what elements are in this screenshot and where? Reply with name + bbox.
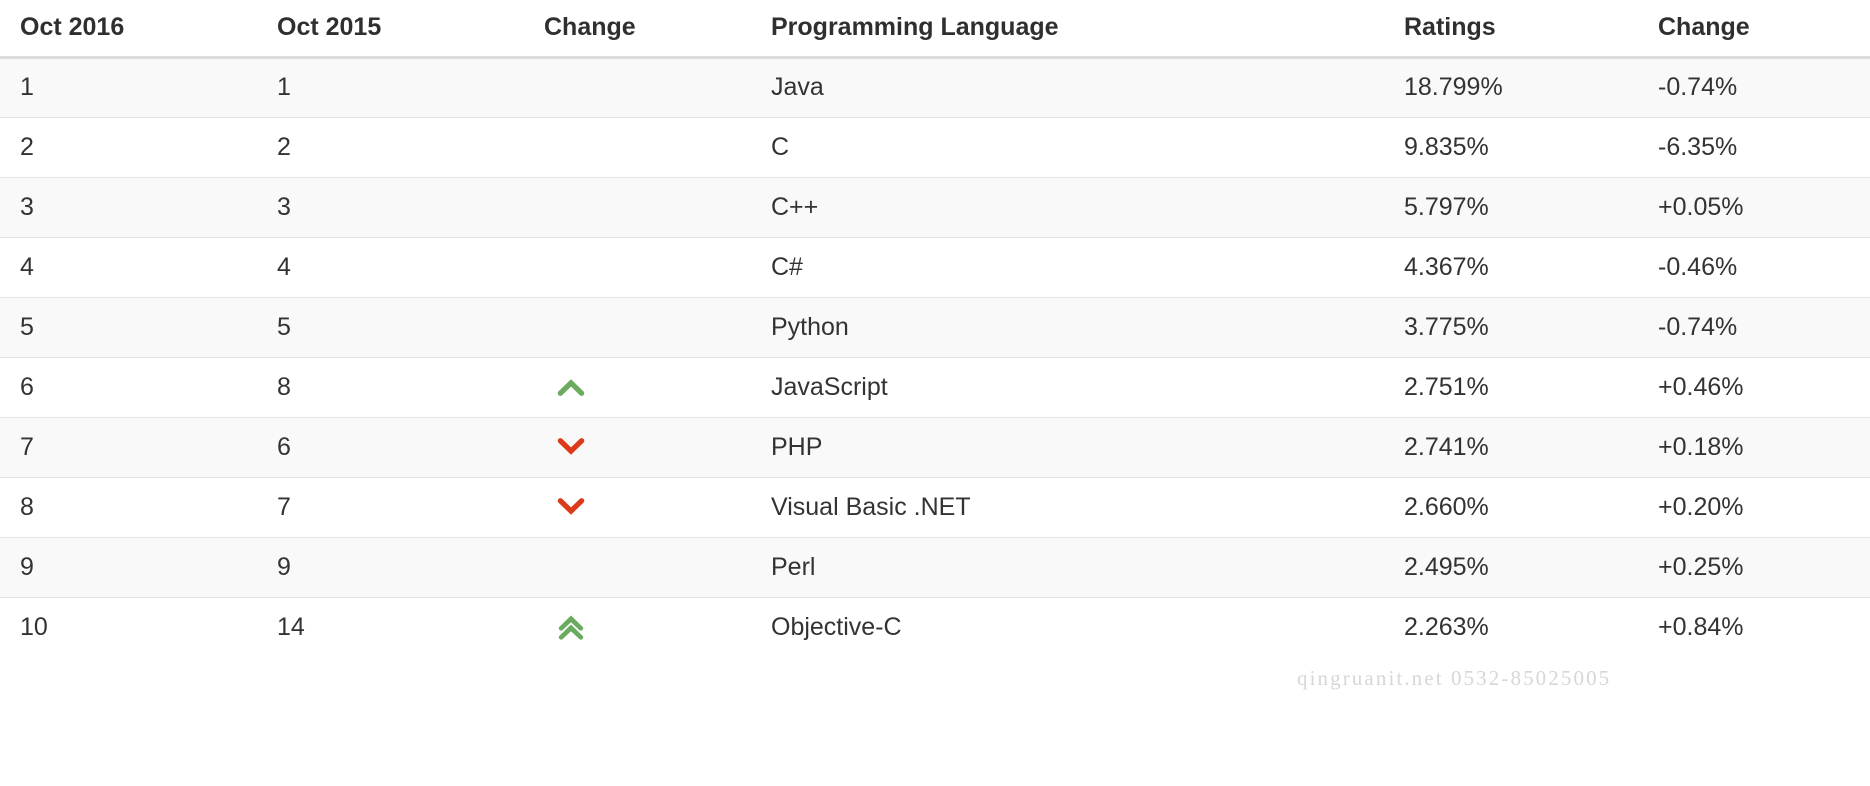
tiobe-index-table: Oct 2016 Oct 2015 Change Programming Lan… xyxy=(0,0,1870,657)
table-row: 44 C#4.367%-0.46% xyxy=(0,237,1870,297)
cell-rank-current: 6 xyxy=(0,357,257,417)
cell-ratings: 4.367% xyxy=(1384,237,1638,297)
table-row: 1014 Objective-C2.263%+0.84% xyxy=(0,597,1870,657)
cell-rank-previous: 1 xyxy=(257,57,524,117)
table-header: Oct 2016 Oct 2015 Change Programming Lan… xyxy=(0,0,1870,57)
cell-language: C# xyxy=(751,237,1384,297)
cell-rank-previous: 5 xyxy=(257,297,524,357)
cell-language: Python xyxy=(751,297,1384,357)
cell-change-pct: -6.35% xyxy=(1638,117,1870,177)
table-row: 68 JavaScript2.751%+0.46% xyxy=(0,357,1870,417)
cell-language: Objective-C xyxy=(751,597,1384,657)
column-header-rank-previous[interactable]: Oct 2015 xyxy=(257,0,524,57)
cell-ratings: 5.797% xyxy=(1384,177,1638,237)
column-header-ratings[interactable]: Ratings xyxy=(1384,0,1638,57)
cell-language: Visual Basic .NET xyxy=(751,477,1384,537)
cell-ratings: 3.775% xyxy=(1384,297,1638,357)
cell-ratings: 2.495% xyxy=(1384,537,1638,597)
table-row: 22 C9.835%-6.35% xyxy=(0,117,1870,177)
cell-rank-current: 9 xyxy=(0,537,257,597)
cell-ratings: 18.799% xyxy=(1384,57,1638,117)
cell-ratings: 9.835% xyxy=(1384,117,1638,177)
cell-rank-current: 10 xyxy=(0,597,257,657)
cell-rank-previous: 3 xyxy=(257,177,524,237)
cell-change-pct: -0.74% xyxy=(1638,297,1870,357)
cell-change-pct: -0.74% xyxy=(1638,57,1870,117)
cell-language: PHP xyxy=(751,417,1384,477)
cell-change-pct: +0.46% xyxy=(1638,357,1870,417)
cell-rank-current: 1 xyxy=(0,57,257,117)
column-header-language[interactable]: Programming Language xyxy=(751,0,1384,57)
cell-rank-current: 7 xyxy=(0,417,257,477)
cell-change-arrow xyxy=(524,537,751,597)
cell-change-arrow xyxy=(524,57,751,117)
cell-change-arrow xyxy=(524,597,751,657)
cell-language: C++ xyxy=(751,177,1384,237)
cell-ratings: 2.263% xyxy=(1384,597,1638,657)
cell-rank-previous: 2 xyxy=(257,117,524,177)
cell-language: JavaScript xyxy=(751,357,1384,417)
cell-change-pct: -0.46% xyxy=(1638,237,1870,297)
cell-change-arrow xyxy=(524,177,751,237)
cell-rank-previous: 9 xyxy=(257,537,524,597)
cell-rank-current: 3 xyxy=(0,177,257,237)
table-row: 87 Visual Basic .NET2.660%+0.20% xyxy=(0,477,1870,537)
chevron-up-icon xyxy=(554,374,588,400)
column-header-change-arrow[interactable]: Change xyxy=(524,0,751,57)
column-header-change-pct[interactable]: Change xyxy=(1638,0,1870,57)
cell-change-arrow xyxy=(524,357,751,417)
cell-change-arrow xyxy=(524,237,751,297)
cell-language: Perl xyxy=(751,537,1384,597)
column-header-rank-current[interactable]: Oct 2016 xyxy=(0,0,257,57)
table-row: 33 C++5.797%+0.05% xyxy=(0,177,1870,237)
cell-rank-previous: 4 xyxy=(257,237,524,297)
cell-change-pct: +0.20% xyxy=(1638,477,1870,537)
cell-change-arrow xyxy=(524,297,751,357)
cell-change-pct: +0.84% xyxy=(1638,597,1870,657)
table-row: 76 PHP2.741%+0.18% xyxy=(0,417,1870,477)
watermark: qingruanit.net 0532-85025005 xyxy=(1297,666,1611,691)
cell-rank-current: 8 xyxy=(0,477,257,537)
double-chevron-up-icon xyxy=(554,614,588,640)
cell-rank-current: 5 xyxy=(0,297,257,357)
cell-change-pct: +0.18% xyxy=(1638,417,1870,477)
cell-language: Java xyxy=(751,57,1384,117)
cell-rank-previous: 6 xyxy=(257,417,524,477)
cell-change-pct: +0.25% xyxy=(1638,537,1870,597)
cell-rank-current: 2 xyxy=(0,117,257,177)
table-row: 11 Java18.799%-0.74% xyxy=(0,57,1870,117)
cell-ratings: 2.751% xyxy=(1384,357,1638,417)
chevron-down-icon xyxy=(554,494,588,520)
table-row: 99 Perl2.495%+0.25% xyxy=(0,537,1870,597)
cell-change-arrow xyxy=(524,117,751,177)
cell-change-pct: +0.05% xyxy=(1638,177,1870,237)
cell-ratings: 2.741% xyxy=(1384,417,1638,477)
table-header-row: Oct 2016 Oct 2015 Change Programming Lan… xyxy=(0,0,1870,57)
cell-rank-current: 4 xyxy=(0,237,257,297)
cell-language: C xyxy=(751,117,1384,177)
cell-change-arrow xyxy=(524,477,751,537)
cell-rank-previous: 8 xyxy=(257,357,524,417)
cell-rank-previous: 14 xyxy=(257,597,524,657)
table-body: 11Java18.799%-0.74%22C9.835%-6.35%33C++5… xyxy=(0,57,1870,657)
chevron-down-icon xyxy=(554,434,588,460)
cell-ratings: 2.660% xyxy=(1384,477,1638,537)
table-row: 55 Python3.775%-0.74% xyxy=(0,297,1870,357)
cell-change-arrow xyxy=(524,417,751,477)
cell-rank-previous: 7 xyxy=(257,477,524,537)
